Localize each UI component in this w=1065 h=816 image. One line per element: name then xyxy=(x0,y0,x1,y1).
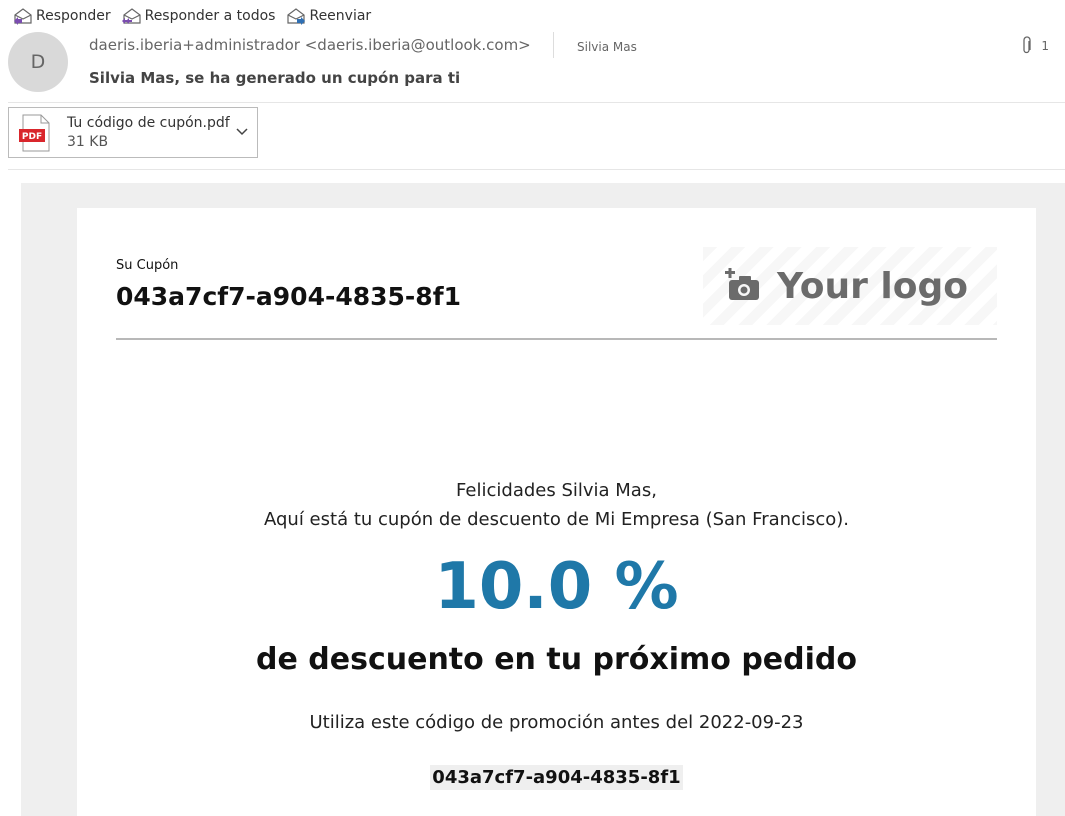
pdf-icon-label: PDF xyxy=(22,132,42,142)
attachment-count-value: 1 xyxy=(1041,39,1049,53)
email-subject: Silvia Mas, se ha generado un cupón para… xyxy=(89,69,461,87)
message-toolbar: Responder Responder a todos Reenviar xyxy=(12,6,371,26)
forward-label: Reenviar xyxy=(309,8,372,24)
sender-address[interactable]: daeris.iberia+administrador <daeris.iber… xyxy=(89,36,531,54)
chevron-down-icon[interactable] xyxy=(235,125,249,139)
validity-text: Utiliza este código de promoción antes d… xyxy=(309,712,804,733)
reply-icon xyxy=(14,8,32,25)
company-logo: Your logo xyxy=(703,247,997,325)
sender-avatar: D xyxy=(8,32,68,92)
header-divider xyxy=(553,32,554,58)
attachment-name: Tu código de cupón.pdf xyxy=(67,114,230,131)
attachment-card[interactable]: PDF Tu código de cupón.pdf 31 KB xyxy=(8,107,258,158)
reply-button[interactable]: Responder xyxy=(12,7,111,25)
add-photo-icon xyxy=(725,268,759,300)
promo-code[interactable]: 043a7cf7-a904-4835-8f1 xyxy=(430,765,683,790)
forward-button[interactable]: Reenviar xyxy=(285,7,371,25)
attachment-size: 31 KB xyxy=(67,133,109,150)
logo-text: Your logo xyxy=(777,265,968,307)
coupon-label: Su Cupón xyxy=(116,258,179,273)
recipient-name[interactable]: Silvia Mas xyxy=(577,40,637,54)
paperclip-icon xyxy=(1023,36,1032,54)
coupon-message: Aquí está tu cupón de descuento de Mi Em… xyxy=(264,509,849,530)
header-separator xyxy=(8,102,1065,103)
attachment-separator xyxy=(8,169,1065,170)
forward-icon xyxy=(287,8,306,25)
pdf-file-icon: PDF xyxy=(19,114,50,151)
card-divider xyxy=(116,338,997,340)
coupon-code: 043a7cf7-a904-4835-8f1 xyxy=(116,282,461,311)
promo-code-wrapper: 043a7cf7-a904-4835-8f1 xyxy=(77,765,1036,790)
discount-description: de descuento en tu próximo pedido xyxy=(256,642,857,677)
reply-all-icon xyxy=(121,8,141,24)
discount-value: 10.0 % xyxy=(434,550,679,624)
reply-all-button[interactable]: Responder a todos xyxy=(121,7,276,25)
reply-label: Responder xyxy=(36,8,111,24)
attachment-count[interactable]: 1 xyxy=(1021,36,1049,56)
reply-all-label: Responder a todos xyxy=(144,8,276,24)
greeting-text: Felicidades Silvia Mas, xyxy=(456,480,657,501)
